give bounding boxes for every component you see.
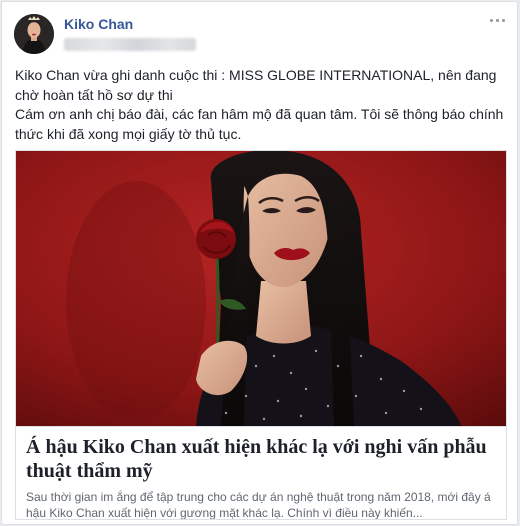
avatar[interactable] (14, 14, 54, 54)
post-text: Kiko Chan vừa ghi danh cuộc thi : MISS G… (15, 66, 507, 144)
more-options-dot (489, 18, 493, 22)
link-preview-image[interactable] (16, 151, 506, 426)
avatar-image (14, 14, 54, 54)
post-text-line: Kiko Chan vừa ghi danh cuộc thi : MISS G… (15, 67, 497, 103)
more-options-icon[interactable] (487, 12, 507, 28)
portrait-photo (16, 151, 506, 426)
link-preview-description: Sau thời gian im ắng để tập trung cho cá… (26, 490, 491, 520)
link-preview-title[interactable]: Á hậu Kiko Chan xuất hiện khác lạ với ng… (26, 436, 496, 483)
link-preview-body[interactable]: Á hậu Kiko Chan xuất hiện khác lạ với ng… (16, 426, 506, 520)
more-options-dot (501, 18, 505, 22)
post-text-line: Cám ơn anh chị báo đài, các fan hâm mộ đ… (15, 106, 504, 142)
more-options-dot (495, 18, 499, 22)
facebook-post: Kiko Chan Kiko Chan vừa ghi danh cuộc th… (1, 1, 518, 525)
author-name[interactable]: Kiko Chan (64, 16, 133, 32)
post-timestamp-blurred (64, 38, 196, 51)
link-preview-card[interactable]: Á hậu Kiko Chan xuất hiện khác lạ với ng… (15, 150, 507, 520)
